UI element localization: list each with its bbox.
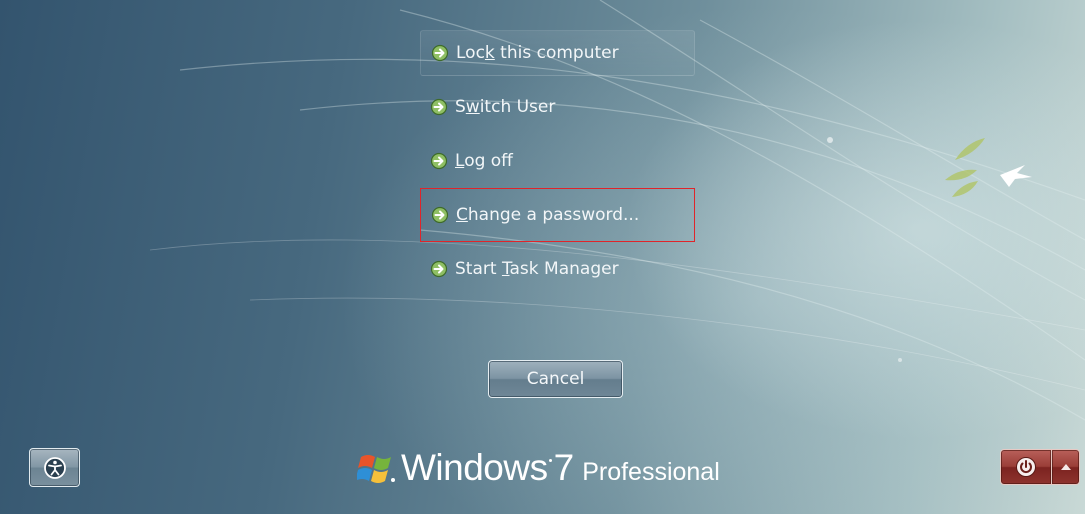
arrow-circle-right-icon	[431, 206, 449, 224]
switch-user-option[interactable]: Switch User	[420, 80, 695, 134]
lock-computer-option[interactable]: Lock this computer	[420, 30, 695, 76]
arrow-circle-right-icon	[430, 152, 448, 170]
log-off-option[interactable]: Log off	[420, 134, 695, 188]
windows-flag-logo	[357, 455, 395, 483]
arrow-circle-right-icon	[431, 44, 449, 62]
arrow-circle-right-icon	[430, 260, 448, 278]
menu-item-label: Lock this computer	[456, 43, 619, 63]
cancel-button[interactable]: Cancel	[488, 360, 623, 398]
chevron-up-icon	[1060, 464, 1071, 470]
brand-edition: Professional	[582, 457, 720, 486]
task-manager-option[interactable]: Start Task Manager	[420, 242, 695, 296]
cancel-button-label: Cancel	[526, 369, 585, 389]
power-controls	[1000, 449, 1080, 485]
ease-of-access-icon	[43, 456, 66, 479]
shutdown-button[interactable]	[1000, 449, 1052, 485]
menu-item-label: Change a password...	[456, 205, 640, 225]
brand-name: Windows	[401, 447, 548, 488]
menu-item-label: Start Task Manager	[455, 259, 619, 279]
menu-item-label: Switch User	[455, 97, 556, 117]
brand-version: 7	[548, 447, 575, 488]
ease-of-access-button[interactable]	[29, 448, 80, 487]
options-menu: Lock this computer Switch User Log off C…	[420, 26, 695, 296]
shutdown-options-button[interactable]	[1052, 449, 1080, 485]
menu-item-label: Log off	[455, 151, 513, 171]
arrow-circle-right-icon	[430, 98, 448, 116]
power-icon	[1016, 457, 1036, 477]
change-password-option[interactable]: Change a password...	[420, 188, 695, 242]
windows-branding: Windows 7 Professional	[357, 443, 720, 493]
